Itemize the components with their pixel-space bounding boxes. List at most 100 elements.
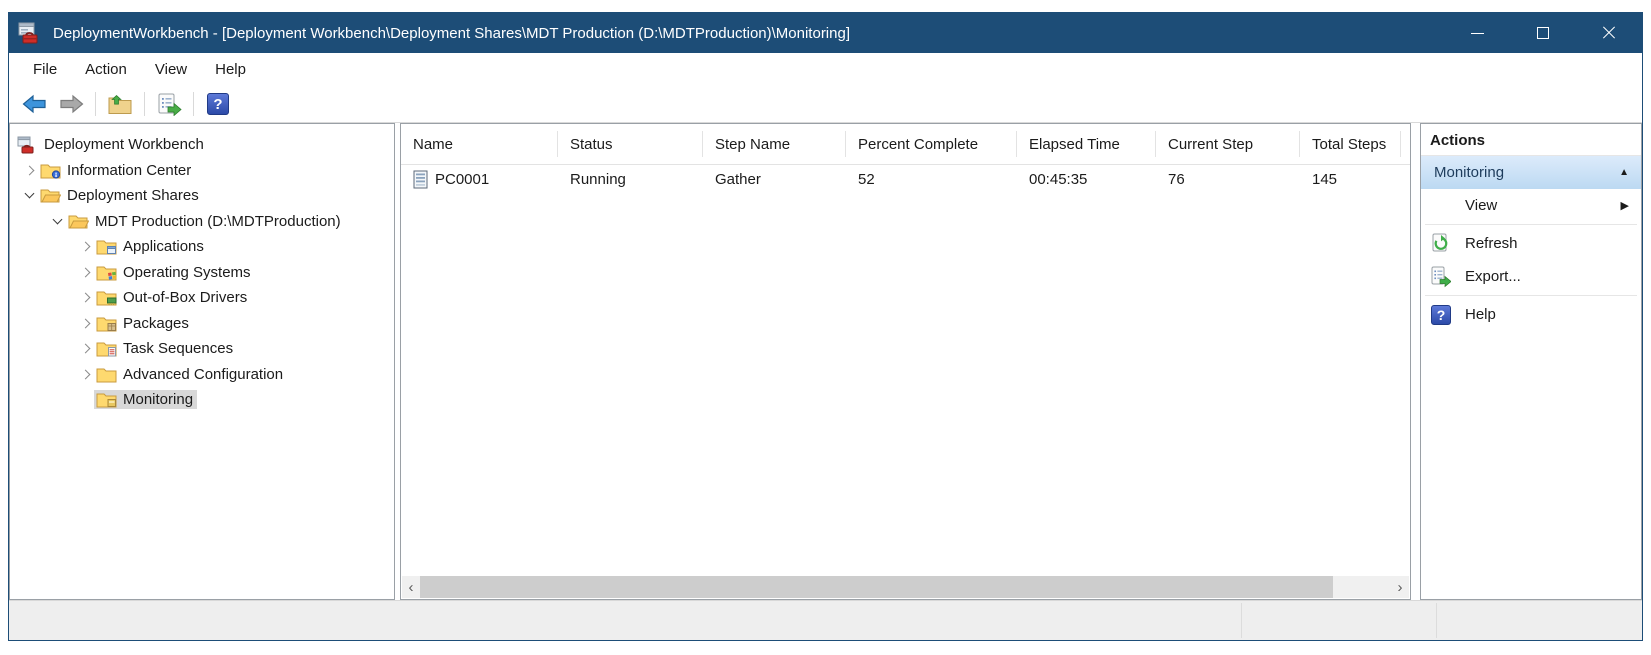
collapse-section-icon[interactable]: ▲ bbox=[1619, 167, 1629, 178]
menu-help[interactable]: Help bbox=[201, 57, 260, 82]
tree-item-label: Applications bbox=[123, 238, 204, 255]
expand-chevron-icon[interactable] bbox=[79, 265, 94, 280]
maximize-icon bbox=[1537, 27, 1549, 39]
title-bar[interactable]: DeploymentWorkbench - [Deployment Workbe… bbox=[9, 13, 1642, 53]
actions-section-monitoring[interactable]: Monitoring ▲ bbox=[1421, 156, 1641, 189]
refresh-icon bbox=[1431, 233, 1451, 255]
tree-item-deployment-workbench[interactable]: Deployment Workbench bbox=[10, 132, 394, 158]
window-title: DeploymentWorkbench - [Deployment Workbe… bbox=[53, 25, 1444, 42]
action-export[interactable]: Export... bbox=[1421, 260, 1641, 293]
column-header-status[interactable]: Status bbox=[558, 131, 703, 157]
column-header-name[interactable]: Name bbox=[401, 131, 558, 157]
close-button[interactable] bbox=[1576, 13, 1642, 53]
tree-item-information-center[interactable]: Information Center bbox=[10, 158, 394, 184]
actions-separator bbox=[1425, 295, 1637, 296]
action-refresh[interactable]: Refresh bbox=[1421, 227, 1641, 260]
monitoring-folder-icon bbox=[96, 391, 117, 408]
statusbar-separator bbox=[1436, 603, 1437, 638]
tree-item-applications[interactable]: Applications bbox=[10, 234, 394, 260]
tree-item-label: Deployment Workbench bbox=[44, 136, 204, 153]
computer-icon bbox=[413, 170, 428, 189]
action-label: Export... bbox=[1465, 268, 1631, 285]
tree-item-label: MDT Production (D:\MDTProduction) bbox=[95, 213, 341, 230]
expander-spacer bbox=[79, 392, 94, 407]
tree-item-label: Deployment Shares bbox=[67, 187, 199, 204]
plain-folder-icon bbox=[96, 366, 117, 383]
horizontal-scrollbar[interactable]: ‹ › bbox=[402, 576, 1409, 598]
selected-tree-node[interactable]: Monitoring bbox=[94, 390, 197, 409]
toolbar-separator bbox=[95, 92, 96, 116]
expand-chevron-icon[interactable] bbox=[79, 341, 94, 356]
column-header-total-steps[interactable]: Total Steps bbox=[1300, 131, 1401, 157]
up-one-level-button[interactable] bbox=[104, 89, 136, 119]
column-header-percent-complete[interactable]: Percent Complete bbox=[846, 131, 1017, 157]
workbench-icon bbox=[17, 136, 38, 153]
help-icon: ? bbox=[1431, 304, 1451, 326]
back-arrow-icon bbox=[22, 93, 48, 115]
toolbar-separator bbox=[193, 92, 194, 116]
column-header-step-name[interactable]: Step Name bbox=[703, 131, 846, 157]
up-folder-icon bbox=[107, 92, 133, 116]
console-tree-pane: Deployment Workbench bbox=[9, 123, 395, 600]
tree-item-label: Out-of-Box Drivers bbox=[123, 289, 247, 306]
collapse-chevron-icon[interactable] bbox=[23, 188, 38, 203]
back-button[interactable] bbox=[19, 89, 51, 119]
export-list-button[interactable] bbox=[153, 89, 185, 119]
app-workbench-icon bbox=[17, 20, 43, 46]
minimize-button[interactable] bbox=[1444, 13, 1510, 53]
tree-item-mdt-production[interactable]: MDT Production (D:\MDTProduction) bbox=[10, 209, 394, 235]
row-name: PC0001 bbox=[435, 171, 489, 188]
empty-icon-slot bbox=[1431, 195, 1451, 217]
scrollbar-thumb[interactable] bbox=[420, 576, 1333, 598]
row-total-steps: 145 bbox=[1300, 171, 1401, 188]
monitoring-row-pc0001[interactable]: PC0001 Running Gather 52 00:45:35 76 145 bbox=[401, 165, 1410, 193]
tree-item-packages[interactable]: Packages bbox=[10, 311, 394, 337]
actions-section-label: Monitoring bbox=[1434, 164, 1619, 181]
tree-item-deployment-shares[interactable]: Deployment Shares bbox=[10, 183, 394, 209]
tree-item-advanced-configuration[interactable]: Advanced Configuration bbox=[10, 362, 394, 388]
list-header: Name Status Step Name Percent Complete E… bbox=[401, 124, 1410, 165]
menu-view[interactable]: View bbox=[141, 57, 201, 82]
tree-item-label: Operating Systems bbox=[123, 264, 251, 281]
scrollbar-track[interactable] bbox=[1333, 576, 1391, 598]
status-bar bbox=[9, 600, 1642, 640]
expand-chevron-icon[interactable] bbox=[79, 290, 94, 305]
maximize-button[interactable] bbox=[1510, 13, 1576, 53]
export-list-icon bbox=[156, 92, 182, 116]
scroll-left-button[interactable]: ‹ bbox=[402, 576, 420, 598]
column-header-current-step[interactable]: Current Step bbox=[1156, 131, 1300, 157]
expand-chevron-icon[interactable] bbox=[79, 367, 94, 382]
tree-item-operating-systems[interactable]: Operating Systems bbox=[10, 260, 394, 286]
help-icon: ? bbox=[207, 93, 229, 115]
close-icon bbox=[1602, 26, 1616, 40]
forward-arrow-icon bbox=[58, 93, 84, 115]
row-percent-complete: 52 bbox=[846, 171, 1017, 188]
menu-file[interactable]: File bbox=[19, 57, 71, 82]
expand-chevron-icon[interactable] bbox=[79, 239, 94, 254]
help-button[interactable]: ? bbox=[202, 89, 234, 119]
operating-systems-folder-icon bbox=[96, 264, 117, 281]
action-label: Help bbox=[1465, 306, 1631, 323]
tree-item-label: Advanced Configuration bbox=[123, 366, 283, 383]
expand-chevron-icon[interactable] bbox=[23, 163, 38, 178]
collapse-chevron-icon[interactable] bbox=[51, 214, 66, 229]
deployment-workbench-window: DeploymentWorkbench - [Deployment Workbe… bbox=[8, 12, 1643, 641]
row-step-name: Gather bbox=[703, 171, 846, 188]
column-header-elapsed-time[interactable]: Elapsed Time bbox=[1017, 131, 1156, 157]
action-help[interactable]: ? Help bbox=[1421, 298, 1641, 331]
tree-item-out-of-box-drivers[interactable]: Out-of-Box Drivers bbox=[10, 285, 394, 311]
statusbar-separator bbox=[1241, 603, 1242, 638]
drivers-folder-icon bbox=[96, 289, 117, 306]
expand-chevron-icon[interactable] bbox=[79, 316, 94, 331]
action-label: View bbox=[1465, 197, 1621, 214]
tree-item-label: Task Sequences bbox=[123, 340, 233, 357]
tree-item-monitoring[interactable]: Monitoring bbox=[10, 387, 394, 413]
scroll-right-button[interactable]: › bbox=[1391, 576, 1409, 598]
open-folder-icon bbox=[68, 213, 89, 230]
menu-action[interactable]: Action bbox=[71, 57, 141, 82]
information-center-folder-icon bbox=[40, 162, 61, 179]
minimize-icon bbox=[1471, 33, 1484, 34]
forward-button[interactable] bbox=[55, 89, 87, 119]
action-view[interactable]: View ▶ bbox=[1421, 189, 1641, 222]
tree-item-task-sequences[interactable]: Task Sequences bbox=[10, 336, 394, 362]
